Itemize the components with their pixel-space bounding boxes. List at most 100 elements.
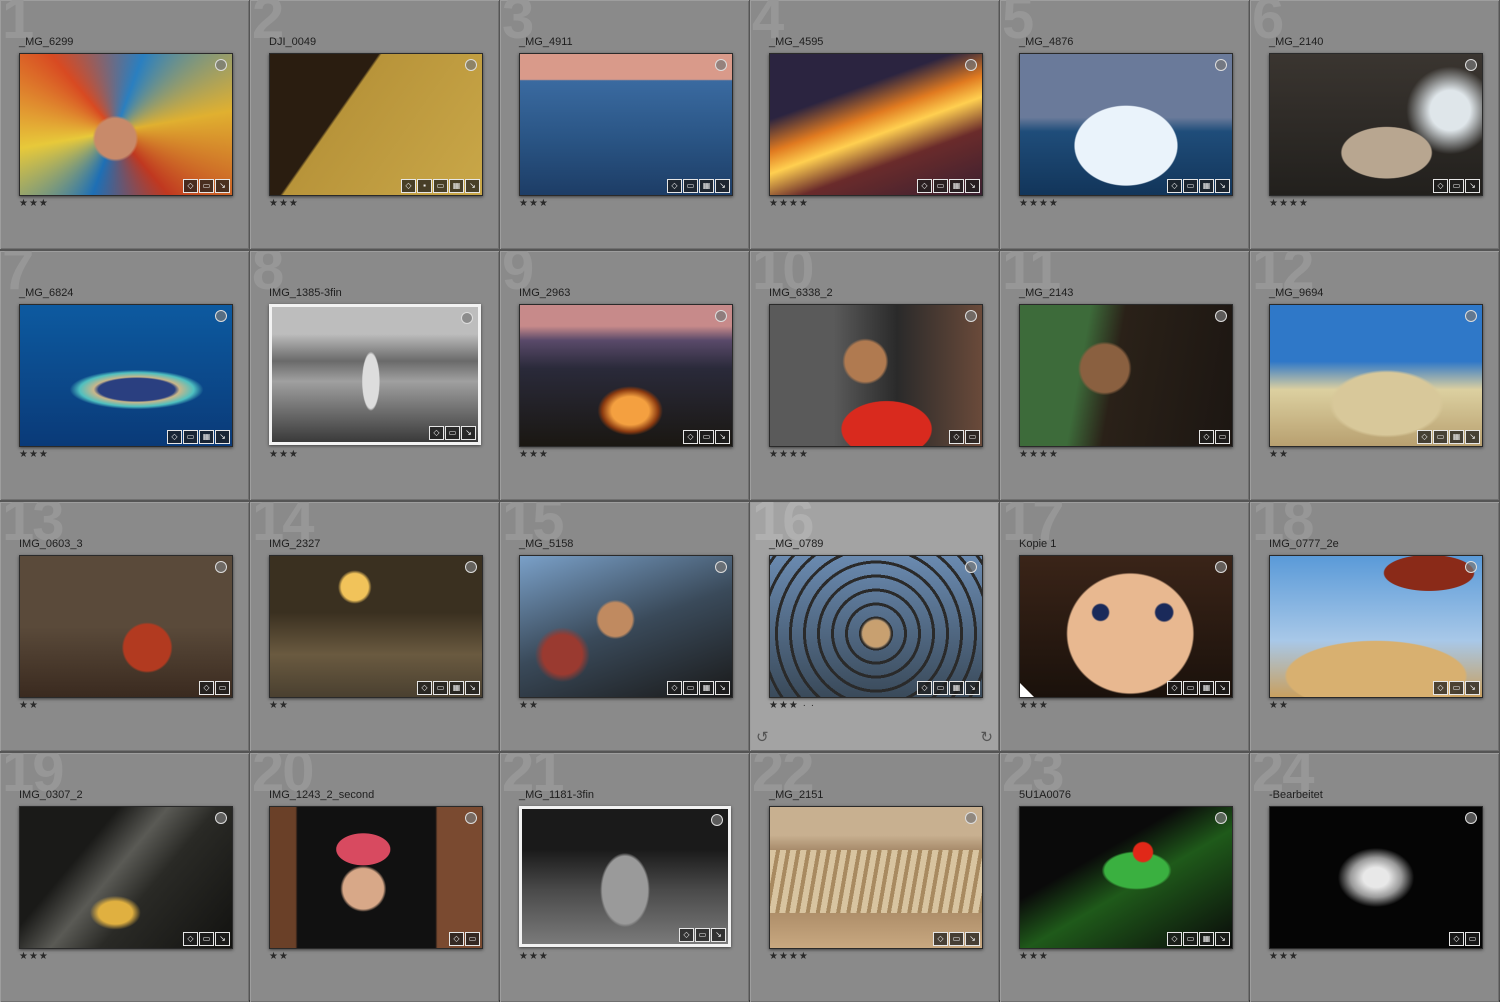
thumbnail[interactable]: ◇ ▭ ▦ ↘ — [519, 53, 733, 196]
select-circle[interactable] — [1215, 812, 1227, 824]
select-circle[interactable] — [461, 312, 473, 324]
grid-cell[interactable]: 14 IMG_2327 ◇ ▭ ▦ ↘ ★★ — [250, 502, 499, 751]
star-rating[interactable]: ★★★ — [19, 198, 49, 209]
select-circle[interactable] — [465, 59, 477, 71]
select-circle[interactable] — [1215, 561, 1227, 573]
thumbnail[interactable]: ◇ ▭ ▦ ↘ — [519, 555, 733, 698]
thumbnail[interactable]: ◇ ▪ ▭ ▦ ↘ — [269, 53, 483, 196]
grid-cell[interactable]: 22 _MG_2151 ◇ ▭ ↘ ★★★★ — [750, 753, 999, 1002]
thumbnail[interactable]: ◇ ▭ ▦ ↘ — [1019, 53, 1233, 196]
grid-cell[interactable]: 11 _MG_2143 ◇ ▭ ★★★★ — [1000, 251, 1249, 500]
grid-cell[interactable]: 3 _MG_4911 ◇ ▭ ▦ ↘ ★★★ — [500, 0, 749, 249]
star-rating[interactable]: ★★★★ — [1269, 198, 1309, 209]
select-circle[interactable] — [711, 814, 723, 826]
grid-cell[interactable]: 24 -Bearbeitet ◇ ▭ ★★★ — [1250, 753, 1499, 1002]
thumbnail[interactable]: ◇ ▭ ▦ ↘ — [769, 53, 983, 196]
thumbnail[interactable]: ◇ ▭ — [1019, 304, 1233, 447]
select-circle[interactable] — [1465, 812, 1477, 824]
select-circle[interactable] — [1215, 310, 1227, 322]
select-circle[interactable] — [965, 310, 977, 322]
thumbnail[interactable]: ◇ ▭ ▦ ↘ — [1019, 555, 1233, 698]
select-circle[interactable] — [1465, 561, 1477, 573]
star-rating[interactable]: ★★★ — [519, 198, 549, 209]
star-rating[interactable]: ★★★ — [19, 449, 49, 460]
grid-cell[interactable]: 18 IMG_0777_2e ◇ ▭ ↘ ★★ — [1250, 502, 1499, 751]
select-circle[interactable] — [715, 310, 727, 322]
thumbnail[interactable]: ◇ ▭ ▦ ↘ — [1019, 806, 1233, 949]
thumbnail[interactable]: ◇ ▭ ▦ ↘ — [1269, 304, 1483, 447]
select-circle[interactable] — [1215, 59, 1227, 71]
grid-cell[interactable]: 9 IMG_2963 ◇ ▭ ↘ ★★★ — [500, 251, 749, 500]
thumbnail[interactable]: ◇ ▭ ↘ — [519, 806, 731, 947]
star-rating[interactable]: ★★ — [269, 951, 289, 962]
star-rating[interactable]: ★★★ — [269, 449, 299, 460]
grid-cell[interactable]: 12 _MG_9694 ◇ ▭ ▦ ↘ ★★ — [1250, 251, 1499, 500]
select-circle[interactable] — [465, 812, 477, 824]
select-circle[interactable] — [715, 561, 727, 573]
thumbnail[interactable]: ◇ ▭ ▦ ↘ — [769, 555, 983, 698]
thumbnail[interactable]: ◇ ▭ ↘ — [769, 806, 983, 949]
select-circle[interactable] — [215, 310, 227, 322]
thumbnail[interactable]: ◇ ▭ ▦ ↘ — [19, 304, 233, 447]
select-circle[interactable] — [715, 59, 727, 71]
star-rating[interactable]: ★★★★ — [769, 951, 809, 962]
grid-cell[interactable]: 4 _MG_4595 ◇ ▭ ▦ ↘ ★★★★ — [750, 0, 999, 249]
grid-icon: ▦ — [949, 179, 964, 193]
thumbnail[interactable]: ◇ ▭ — [1269, 806, 1483, 949]
grid-cell[interactable]: 15 _MG_5158 ◇ ▭ ▦ ↘ ★★ — [500, 502, 749, 751]
select-circle[interactable] — [215, 561, 227, 573]
grid-cell[interactable]: 8 IMG_1385-3fin ◇ ▭ ↘ ★★★ — [250, 251, 499, 500]
thumbnail[interactable]: ◇ ▭ ↘ — [19, 806, 233, 949]
star-rating[interactable]: ★★★ — [1269, 951, 1299, 962]
star-rating[interactable]: ★★ — [1269, 700, 1289, 711]
thumbnail[interactable]: ◇ ▭ — [269, 806, 483, 949]
star-rating[interactable]: ★★★★ — [1019, 198, 1059, 209]
grid-cell[interactable]: 1 _MG_6299 ◇ ▭ ↘ ★★★ — [0, 0, 249, 249]
rotate-right-icon[interactable]: ↻ — [980, 728, 993, 746]
grid-cell[interactable]: 17 Kopie 1 ◇ ▭ ▦ ↘ ★★★ — [1000, 502, 1249, 751]
select-circle[interactable] — [215, 59, 227, 71]
star-rating[interactable]: ★★★ · · — [769, 700, 815, 711]
grid-cell[interactable]: 20 IMG_1243_2_second ◇ ▭ ★★ — [250, 753, 499, 1002]
select-circle[interactable] — [965, 561, 977, 573]
star-rating[interactable]: ★★★★ — [1019, 449, 1059, 460]
thumbnail[interactable]: ◇ ▭ ↘ — [19, 53, 233, 196]
select-circle[interactable] — [465, 561, 477, 573]
star-rating[interactable]: ★★ — [1269, 449, 1289, 460]
grid-cell[interactable]: 7 _MG_6824 ◇ ▭ ▦ ↘ ★★★ — [0, 251, 249, 500]
grid-cell[interactable]: 10 IMG_6338_2 ◇ ▭ ★★★★ — [750, 251, 999, 500]
grid-cell[interactable]: 19 IMG_0307_2 ◇ ▭ ↘ ★★★ — [0, 753, 249, 1002]
star-rating[interactable]: ★★★ — [19, 951, 49, 962]
grid-cell[interactable]: 6 _MG_2140 ◇ ▭ ↘ ★★★★ — [1250, 0, 1499, 249]
thumbnail[interactable]: ◇ ▭ — [769, 304, 983, 447]
select-circle[interactable] — [965, 59, 977, 71]
thumbnail[interactable]: ◇ ▭ ↘ — [519, 304, 733, 447]
star-rating[interactable]: ★★★★ — [769, 198, 809, 209]
star-rating[interactable]: ★★ — [269, 700, 289, 711]
select-circle[interactable] — [1465, 310, 1477, 322]
grid-cell[interactable]: 5 _MG_4876 ◇ ▭ ▦ ↘ ★★★★ — [1000, 0, 1249, 249]
thumbnail[interactable]: ◇ ▭ ↘ — [1269, 555, 1483, 698]
star-rating[interactable]: ★★★ — [519, 951, 549, 962]
rotate-left-icon[interactable]: ↺ — [756, 728, 769, 746]
thumbnail[interactable]: ◇ ▭ ↘ — [1269, 53, 1483, 196]
grid-cell[interactable]: 2 DJI_0049 ◇ ▪ ▭ ▦ ↘ ★★★ — [250, 0, 499, 249]
star-rating[interactable]: ★★★ — [1019, 951, 1049, 962]
star-rating[interactable]: ★★ — [19, 700, 39, 711]
grid-cell[interactable]: 23 5U1A0076 ◇ ▭ ▦ ↘ ★★★ — [1000, 753, 1249, 1002]
star-rating[interactable]: ★★★ — [1019, 700, 1049, 711]
grid-cell-selected[interactable]: 16 _MG_0789 ◇ ▭ ▦ ↘ ★★★ · · ↺ ↻ — [750, 502, 999, 751]
star-rating[interactable]: ★★ — [519, 700, 539, 711]
select-circle[interactable] — [215, 812, 227, 824]
thumbnail[interactable]: ◇ ▭ — [19, 555, 233, 698]
thumbnail[interactable]: ◇ ▭ ▦ ↘ — [269, 555, 483, 698]
thumbnail[interactable]: ◇ ▭ ↘ — [269, 304, 481, 445]
keyword-icon: ◇ — [933, 932, 948, 946]
star-rating[interactable]: ★★★ — [269, 198, 299, 209]
star-rating[interactable]: ★★★★ — [769, 449, 809, 460]
star-rating[interactable]: ★★★ — [519, 449, 549, 460]
grid-cell[interactable]: 13 IMG_0603_3 ◇ ▭ ★★ — [0, 502, 249, 751]
select-circle[interactable] — [965, 812, 977, 824]
grid-cell[interactable]: 21 _MG_1181-3fin ◇ ▭ ↘ ★★★ — [500, 753, 749, 1002]
select-circle[interactable] — [1465, 59, 1477, 71]
